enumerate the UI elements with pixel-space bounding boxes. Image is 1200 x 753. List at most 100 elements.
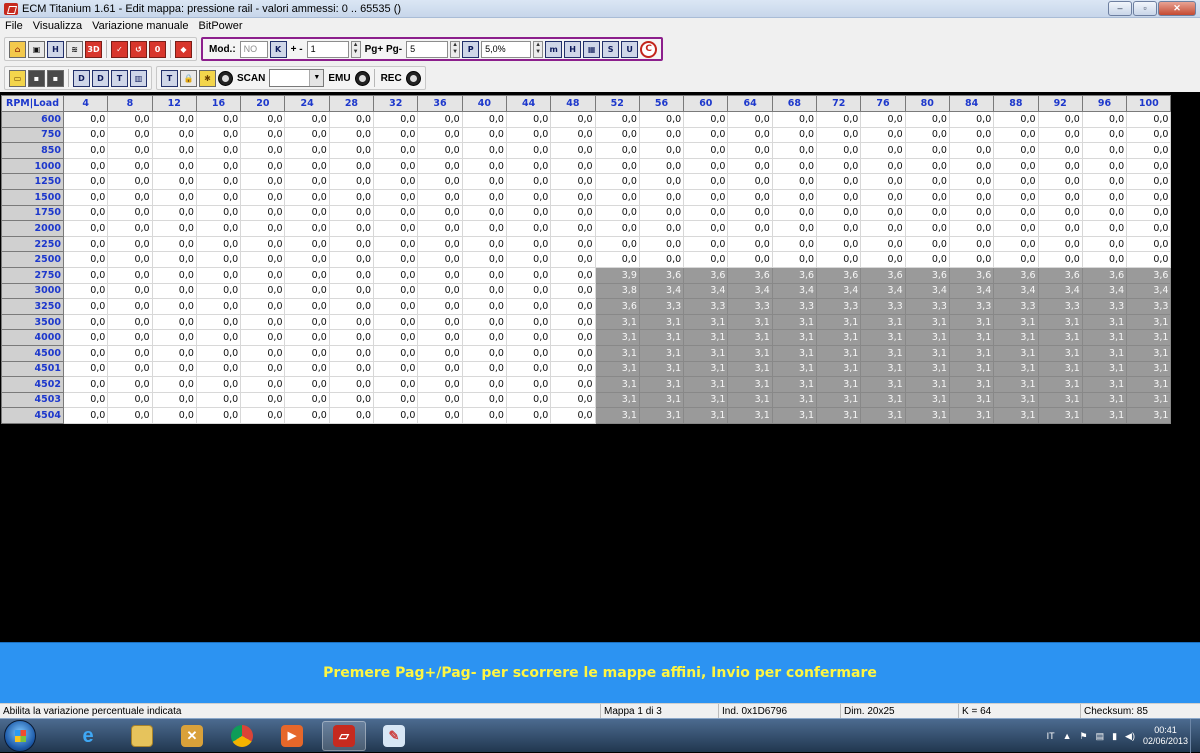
map-cell[interactable]: 0,0 xyxy=(550,391,596,409)
map-cell[interactable]: 0,0 xyxy=(417,298,463,315)
map-cell[interactable]: 0,0 xyxy=(328,329,375,346)
map-cell[interactable]: 0,0 xyxy=(151,266,197,284)
map-cell[interactable]: 3,1 xyxy=(948,407,995,424)
map-cell[interactable]: 0,0 xyxy=(151,344,197,362)
map-cell[interactable]: 0,0 xyxy=(373,251,419,268)
map-cell[interactable]: 0,0 xyxy=(550,407,596,424)
map-cell[interactable]: 0,0 xyxy=(505,282,552,300)
map-cell[interactable]: 0,0 xyxy=(240,360,286,378)
map-cell[interactable]: 0,0 xyxy=(860,188,906,206)
map-cell[interactable]: 0,0 xyxy=(284,220,330,237)
map-cell[interactable]: 0,0 xyxy=(62,298,109,315)
runner-icon[interactable]: ✱ xyxy=(199,69,216,87)
map-cell[interactable]: 0,0 xyxy=(284,344,330,362)
map-cell[interactable]: 3,1 xyxy=(816,391,862,409)
column-header[interactable]: 28 xyxy=(328,95,375,112)
map-cell[interactable]: 0,0 xyxy=(860,204,906,222)
map-cell[interactable]: 0,0 xyxy=(373,360,419,378)
map-cell[interactable]: 3,1 xyxy=(948,391,995,409)
map-cell[interactable]: 3,1 xyxy=(594,376,640,393)
map-cell[interactable]: 3,1 xyxy=(727,407,773,424)
map-cell[interactable]: 0,0 xyxy=(948,173,995,190)
map-cell[interactable]: 0,0 xyxy=(505,157,552,175)
map-cell[interactable]: 0,0 xyxy=(1081,235,1128,253)
map-cell[interactable]: 0,0 xyxy=(461,329,507,346)
home-icon[interactable]: ⌂ xyxy=(9,40,26,58)
map-cell[interactable]: 0,0 xyxy=(993,126,1039,144)
map-cell[interactable]: 0,0 xyxy=(1081,157,1128,175)
map-cell[interactable]: 0,0 xyxy=(417,220,463,237)
column-header[interactable]: 44 xyxy=(505,95,552,112)
map-cell[interactable]: 0,0 xyxy=(151,376,197,393)
rec-toggle-icon[interactable] xyxy=(405,70,421,86)
column-header[interactable]: 76 xyxy=(860,95,906,112)
row-header-rpm[interactable]: 1000 xyxy=(1,157,64,175)
map-cell[interactable]: 0,0 xyxy=(860,251,906,268)
map-cell[interactable]: 0,0 xyxy=(328,251,375,268)
map-cell[interactable]: 0,0 xyxy=(62,329,109,346)
map-cell[interactable]: 0,0 xyxy=(683,142,729,159)
map-cell[interactable]: 0,0 xyxy=(62,391,109,409)
map-cell[interactable]: 3,4 xyxy=(1037,282,1083,300)
map-cell[interactable]: 3,1 xyxy=(594,360,640,378)
map-cell[interactable]: 0,0 xyxy=(505,344,552,362)
map-cell[interactable]: 0,0 xyxy=(505,111,552,128)
map-cell[interactable]: 0,0 xyxy=(1037,251,1083,268)
map-cell[interactable]: 0,0 xyxy=(550,313,596,331)
map-cell[interactable]: 0,0 xyxy=(550,298,596,315)
map-cell[interactable]: 0,0 xyxy=(373,313,419,331)
map-cell[interactable]: 0,0 xyxy=(1081,251,1128,268)
column-header[interactable]: 64 xyxy=(727,95,773,112)
map-cell[interactable]: 3,1 xyxy=(683,407,729,424)
map-cell[interactable]: 0,0 xyxy=(240,142,286,159)
map-cell[interactable]: 0,0 xyxy=(461,376,507,393)
map-cell[interactable]: 0,0 xyxy=(461,266,507,284)
pg-input[interactable] xyxy=(406,40,449,58)
map-cell[interactable]: 0,0 xyxy=(860,173,906,190)
map-cell[interactable]: 0,0 xyxy=(195,313,242,331)
map-cell[interactable]: 0,0 xyxy=(727,188,773,206)
map-cell[interactable]: 3,1 xyxy=(816,329,862,346)
map-cell[interactable]: 0,0 xyxy=(417,344,463,362)
map-cell[interactable]: 3,1 xyxy=(771,391,818,409)
taskbar-app-tools[interactable]: ✕ xyxy=(170,721,214,751)
map-cell[interactable]: 0,0 xyxy=(550,376,596,393)
map-cell[interactable]: 0,0 xyxy=(107,344,153,362)
map-cell[interactable]: 3,6 xyxy=(594,298,640,315)
map-cell[interactable]: 0,0 xyxy=(417,282,463,300)
map-cell[interactable]: 0,0 xyxy=(195,157,242,175)
map-cell[interactable]: 3,4 xyxy=(948,282,995,300)
ecm-app-icon[interactable] xyxy=(4,2,18,15)
map-cell[interactable]: 0,0 xyxy=(505,220,552,237)
map-cell[interactable]: 3,4 xyxy=(727,282,773,300)
flag-icon[interactable]: ⚑ xyxy=(1079,731,1087,742)
map-cell[interactable]: 0,0 xyxy=(1126,251,1172,268)
map-cell[interactable]: 0,0 xyxy=(373,407,419,424)
map-cell[interactable]: 0,0 xyxy=(594,251,640,268)
map-cell[interactable]: 3,1 xyxy=(816,344,862,362)
map-cell[interactable]: 0,0 xyxy=(151,111,197,128)
map-cell[interactable]: 0,0 xyxy=(860,157,906,175)
map-cell[interactable]: 3,6 xyxy=(683,266,729,284)
column-header[interactable]: 100 xyxy=(1126,95,1172,112)
map-cell[interactable]: 0,0 xyxy=(373,204,419,222)
map-cell[interactable]: 0,0 xyxy=(284,329,330,346)
map-cell[interactable]: 0,0 xyxy=(727,251,773,268)
map-cell[interactable]: 3,1 xyxy=(860,360,906,378)
map-cell[interactable]: 0,0 xyxy=(505,266,552,284)
map-cell[interactable]: 0,0 xyxy=(505,329,552,346)
map-cell[interactable]: 0,0 xyxy=(284,188,330,206)
map-cell[interactable]: 0,0 xyxy=(240,173,286,190)
map-cell[interactable]: 0,0 xyxy=(505,204,552,222)
map-cell[interactable]: 0,0 xyxy=(240,111,286,128)
maximize-button[interactable]: ▫ xyxy=(1133,1,1157,16)
map-cell[interactable]: 0,0 xyxy=(195,220,242,237)
map-cell[interactable]: 0,0 xyxy=(771,157,818,175)
map-cell[interactable]: 0,0 xyxy=(1037,204,1083,222)
map-cell[interactable]: 0,0 xyxy=(638,126,685,144)
map-cell[interactable]: 0,0 xyxy=(550,266,596,284)
map-cell[interactable]: 3,1 xyxy=(1081,344,1128,362)
h-icon[interactable]: H xyxy=(564,40,582,58)
map-cell[interactable]: 0,0 xyxy=(816,157,862,175)
map-cell[interactable]: 0,0 xyxy=(195,235,242,253)
